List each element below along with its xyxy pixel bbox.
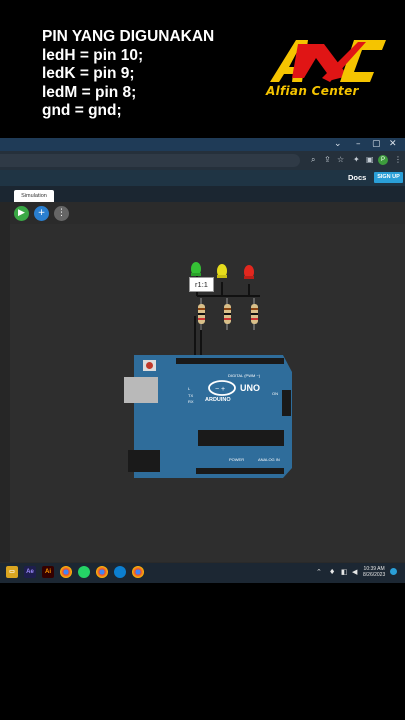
bottom-letterbox	[0, 583, 405, 720]
network-icon[interactable]: ◧	[341, 568, 348, 576]
svg-text:− +: − +	[215, 386, 225, 393]
pin-caption: PIN YANG DIGUNAKAN ledH = pin 10; ledK =…	[42, 28, 214, 121]
led-green[interactable]	[191, 262, 201, 276]
illustrator-icon[interactable]: Ai	[42, 566, 54, 578]
caption-line-1: PIN YANG DIGUNAKAN	[42, 28, 215, 45]
chrome-profile-icon[interactable]	[96, 566, 108, 578]
caption-line-3: ledK = pin 9;	[42, 65, 135, 82]
after-effects-icon[interactable]: Ae	[24, 566, 36, 578]
usb-port	[124, 377, 158, 403]
led-yellow[interactable]	[217, 264, 227, 278]
resistor-1[interactable]	[198, 298, 205, 330]
pin-tooltip: r1:1	[189, 277, 214, 292]
power-jack	[128, 450, 160, 472]
svg-text:ARDUINO: ARDUINO	[205, 397, 231, 403]
svg-text:ANALOG IN: ANALOG IN	[258, 457, 280, 462]
notification-icon[interactable]	[390, 568, 397, 575]
analog-header	[196, 468, 284, 474]
svg-text:POWER: POWER	[229, 457, 244, 462]
file-explorer-icon[interactable]: ▭	[6, 566, 18, 578]
resistor-2[interactable]	[224, 298, 231, 330]
svg-text:DIGITAL (PWM ~): DIGITAL (PWM ~)	[228, 373, 261, 378]
digital-header	[176, 358, 284, 364]
icsp-header	[282, 390, 291, 416]
chrome-icon[interactable]	[60, 566, 72, 578]
svg-text:TX: TX	[188, 393, 193, 398]
chrome-active-icon[interactable]	[132, 566, 144, 578]
tray-chevron-icon[interactable]: ⌃	[316, 568, 322, 576]
mic-icon[interactable]: ♦	[329, 568, 335, 576]
resistor-3[interactable]	[251, 298, 258, 330]
caption-line-5: gnd = gnd;	[42, 102, 122, 119]
volume-icon[interactable]: ◀	[352, 568, 357, 576]
atmega-chip	[198, 430, 284, 446]
svg-text:ON: ON	[272, 391, 278, 396]
browser-window: ⌄ – ▢ ✕ ⌕ ⇪ ☆ ✦ ▣ P ⋮ Docs SIGN UP Simul…	[0, 138, 405, 580]
caption-line-2: ledH = pin 10;	[42, 46, 144, 64]
logo-text: Alfian Center	[266, 84, 359, 98]
circuit-diagram[interactable]: − + UNO ARDUINO DIGITAL (PWM ~) ANALOG I…	[0, 138, 405, 580]
whatsapp-icon[interactable]	[78, 566, 90, 578]
top-banner: PIN YANG DIGUNAKAN ledH = pin 10; ledK =…	[0, 0, 405, 138]
caption-line-4: ledM = pin 8;	[42, 83, 137, 101]
clock[interactable]: 10:39 AM 8/26/2023	[363, 566, 385, 578]
svg-text:RX: RX	[188, 399, 194, 404]
arduino-board[interactable]: − + UNO ARDUINO DIGITAL (PWM ~) ANALOG I…	[124, 355, 292, 478]
uno-label: UNO	[240, 383, 260, 393]
led-red[interactable]	[244, 265, 254, 279]
edge-icon[interactable]	[114, 566, 126, 578]
clock-date: 8/26/2023	[363, 572, 386, 578]
